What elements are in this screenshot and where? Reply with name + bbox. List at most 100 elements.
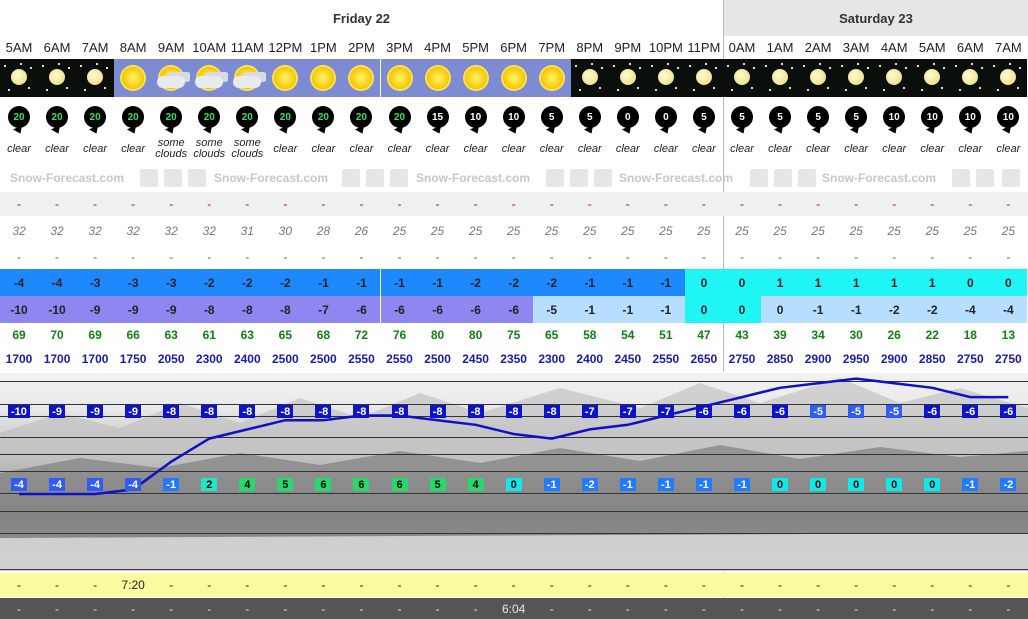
day-label: Saturday 23 xyxy=(839,11,913,26)
feel-temp-value: 25 xyxy=(468,224,483,238)
temp-feel-row: 32 32 32 32 32 32 31 30 28 26 25 25 25 25 25 25 25 25 25 25… xyxy=(0,218,1028,244)
humidity-value: 13 xyxy=(1001,328,1016,342)
min-temp-value: -1 xyxy=(646,296,685,323)
feel-temp-value: 25 xyxy=(735,224,749,238)
moon-icon xyxy=(0,59,38,97)
feel-temp-value: 25 xyxy=(430,224,445,238)
sunset-value: - xyxy=(625,601,630,616)
temp-badge: -7 xyxy=(657,405,674,418)
wind-cell: 0 xyxy=(647,100,685,134)
wind-cell: 20 xyxy=(228,100,266,134)
weather-cell xyxy=(304,59,343,97)
temp-badge: -8 xyxy=(163,405,180,418)
feel-temp-value: 25 xyxy=(811,224,825,238)
min-temp-value: -8 xyxy=(190,296,229,323)
sunset-value: 6:04 xyxy=(501,601,526,616)
humidity-value: 80 xyxy=(430,328,445,342)
snow-value: - xyxy=(169,197,174,211)
freezing-level-value: 1700 xyxy=(81,352,109,366)
rain-value: - xyxy=(55,250,60,264)
mountain-photo: -10 -9 -9 -9 -8 -8 -8 -8 -8 -8 -8 -8 -8 -8 -8 -7 -7 -7 -6-… xyxy=(0,373,1028,571)
rain-value: - xyxy=(207,250,212,264)
snow-value: - xyxy=(131,197,136,211)
wind-cell: 20 xyxy=(114,100,152,134)
summary-label: clear xyxy=(121,142,146,155)
max-temp-value: 0 xyxy=(989,269,1028,296)
freezing-level-value: 2400 xyxy=(233,352,261,366)
sunrise-value: - xyxy=(816,578,821,592)
feel-temp-value: 25 xyxy=(773,224,787,238)
sunrise-value: - xyxy=(511,578,516,592)
moon-icon xyxy=(875,59,914,97)
wind-cell: 5 xyxy=(685,100,723,134)
temp-badge: -4 xyxy=(49,478,66,491)
weather-cell xyxy=(570,59,609,97)
freezing-level-value: 2500 xyxy=(424,352,451,366)
min-temp-value: -5 xyxy=(532,296,571,323)
sunset-value: - xyxy=(55,601,60,616)
moon-icon xyxy=(684,59,723,97)
day-header-saturday: Saturday 23 xyxy=(724,0,1028,36)
wind-cell: 20 xyxy=(304,100,342,134)
temp-badge: -8 xyxy=(277,405,294,418)
temp-badge: -6 xyxy=(924,405,941,418)
wind-row: 20 20 20 20 20 20 20 20 20 20 20 15 10 10 5 5 0 0 5 5 5 5 5 10 1… xyxy=(0,100,1028,134)
wind-arrow-icon: 5 xyxy=(807,106,830,128)
sunset-value: - xyxy=(207,601,212,616)
hour-label: 6AM xyxy=(956,39,984,55)
brand-icon xyxy=(798,169,816,187)
sun-icon xyxy=(418,59,457,97)
temp-badge: -1 xyxy=(695,478,712,491)
brand-icon xyxy=(366,169,384,187)
sunset-value: - xyxy=(930,601,935,616)
sunset-value: - xyxy=(93,601,98,616)
wind-cell: 20 xyxy=(266,100,304,134)
wind-arrow-icon: 20 xyxy=(274,106,297,128)
sunset-value: - xyxy=(816,601,821,616)
feel-temp-value: 25 xyxy=(583,224,597,238)
freezing-level-value: 2850 xyxy=(918,352,946,366)
temp-badge: -4 xyxy=(125,478,142,491)
rain-value: - xyxy=(169,250,174,264)
wind-arrow-icon: 20 xyxy=(388,106,411,128)
wind-arrow-icon: 10 xyxy=(997,106,1020,128)
wind-cell: 0 xyxy=(609,100,647,134)
freezing-level-value: 2500 xyxy=(271,352,299,366)
min-temp-value: -10 xyxy=(38,296,77,323)
sunset-value: - xyxy=(435,601,440,616)
temp-badge: -5 xyxy=(848,405,865,418)
freezing-level-value: 1700 xyxy=(5,352,33,366)
sunrise-value: - xyxy=(55,578,60,592)
sun-icon xyxy=(266,59,305,97)
snow-value: - xyxy=(968,197,973,211)
feel-temp-value: 32 xyxy=(50,224,64,238)
moon-icon xyxy=(723,59,761,97)
snow-value: - xyxy=(778,197,783,211)
hour-label: 4PM xyxy=(424,39,451,55)
weather-cell xyxy=(761,59,800,97)
sunset-value: - xyxy=(359,601,364,616)
temp-badge: 6 xyxy=(315,478,332,491)
temp-badge: -1 xyxy=(657,478,674,491)
rain-value: - xyxy=(778,250,783,264)
temp-badge: -7 xyxy=(581,405,598,418)
brand-icon xyxy=(594,169,612,187)
temp-badge: -2 xyxy=(581,478,598,491)
weather-cell xyxy=(989,59,1028,97)
wind-arrow-icon: 20 xyxy=(236,106,259,128)
rain-value: - xyxy=(549,250,554,264)
temp-badge: -6 xyxy=(1000,405,1017,418)
feel-temp-value: 32 xyxy=(88,224,102,238)
weather-cell xyxy=(0,59,38,97)
rain-value: - xyxy=(359,250,364,264)
freezing-level-value: 2950 xyxy=(842,352,870,366)
freezing-level-value: 2350 xyxy=(500,352,527,366)
wind-cell: 20 xyxy=(38,100,76,134)
hour-label: 7PM xyxy=(538,39,566,55)
min-temp-value: -1 xyxy=(799,296,838,323)
snow-value: - xyxy=(473,197,478,211)
freezing-level-value: 2750 xyxy=(994,352,1022,366)
freezing-level-row: 1700 1700 1700 1750 2050 2300 2400 2500 2500 2550… xyxy=(0,346,1028,372)
moon-icon xyxy=(38,59,77,97)
weather-cell xyxy=(228,59,267,97)
